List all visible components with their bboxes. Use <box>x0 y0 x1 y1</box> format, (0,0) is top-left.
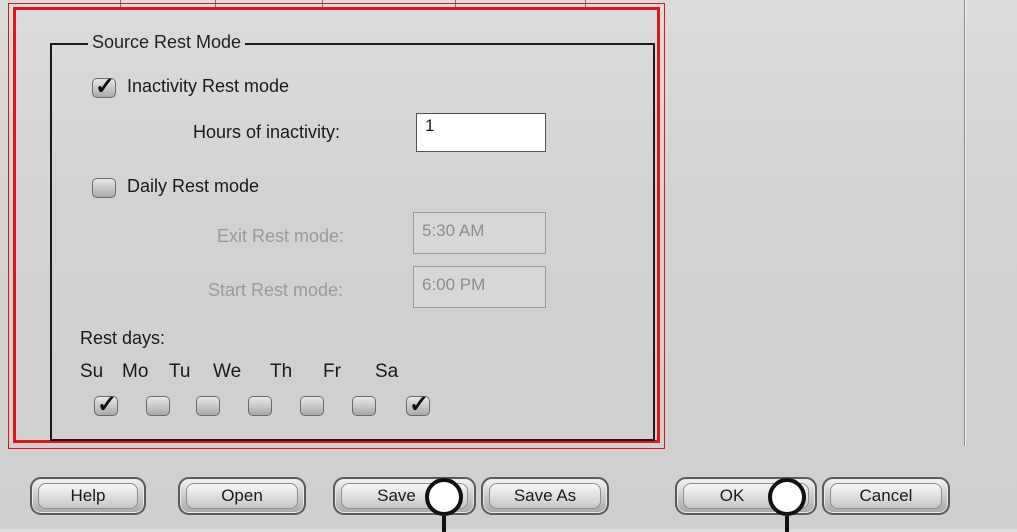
day-checkbox-tu[interactable] <box>196 396 220 416</box>
panel-edge-highlight <box>965 0 966 446</box>
start-rest-mode-label: Start Rest mode: <box>208 280 344 300</box>
start-rest-mode-input[interactable]: 6:00 PM <box>413 266 546 308</box>
day-label-th: Th <box>270 361 293 382</box>
day-label-su: Su <box>80 361 104 382</box>
day-checkbox-sa[interactable]: ✓ <box>406 391 430 418</box>
cancel-button[interactable]: Cancel <box>822 477 950 515</box>
inactivity-rest-mode-label: Inactivity Rest mode <box>127 76 290 96</box>
group-title: Source Rest Mode <box>88 32 246 53</box>
check-icon: ✓ <box>95 73 116 100</box>
day-label-sa: Sa <box>375 361 399 382</box>
day-checkbox-we[interactable] <box>248 396 272 416</box>
inactivity-rest-mode-checkbox[interactable]: ✓ <box>92 73 116 100</box>
save-button-label: Save <box>377 486 416 505</box>
hours-of-inactivity-label: Hours of inactivity: <box>193 122 341 142</box>
help-button[interactable]: Help <box>30 477 146 515</box>
callout-circle-icon <box>425 478 463 532</box>
day-checkbox-su[interactable]: ✓ <box>94 391 118 418</box>
day-checkbox-fr[interactable] <box>352 396 376 416</box>
cancel-button-label: Cancel <box>859 486 913 505</box>
rest-days-label: Rest days: <box>80 328 166 348</box>
ok-button-label: OK <box>719 486 745 505</box>
day-checkbox-th[interactable] <box>300 396 324 416</box>
open-button-label: Open <box>221 486 263 505</box>
day-label-tu: Tu <box>169 361 191 382</box>
day-label-mo: Mo <box>122 361 149 382</box>
save-as-button-label: Save As <box>513 486 577 505</box>
check-icon: ✓ <box>409 391 430 418</box>
help-button-label: Help <box>70 486 106 505</box>
daily-rest-mode-label: Daily Rest mode <box>127 176 260 196</box>
exit-rest-mode-label: Exit Rest mode: <box>217 226 345 246</box>
check-icon: ✓ <box>97 391 118 418</box>
callout-circle-icon <box>768 478 806 532</box>
daily-rest-mode-checkbox[interactable] <box>92 178 116 198</box>
day-label-we: We <box>213 361 242 382</box>
open-button[interactable]: Open <box>178 477 306 515</box>
day-checkbox-mo[interactable] <box>146 396 170 416</box>
hours-of-inactivity-input[interactable]: 1 <box>416 113 546 152</box>
save-as-button[interactable]: Save As <box>481 477 609 515</box>
day-label-fr: Fr <box>323 361 341 382</box>
exit-rest-mode-input[interactable]: 5:30 AM <box>413 212 546 254</box>
